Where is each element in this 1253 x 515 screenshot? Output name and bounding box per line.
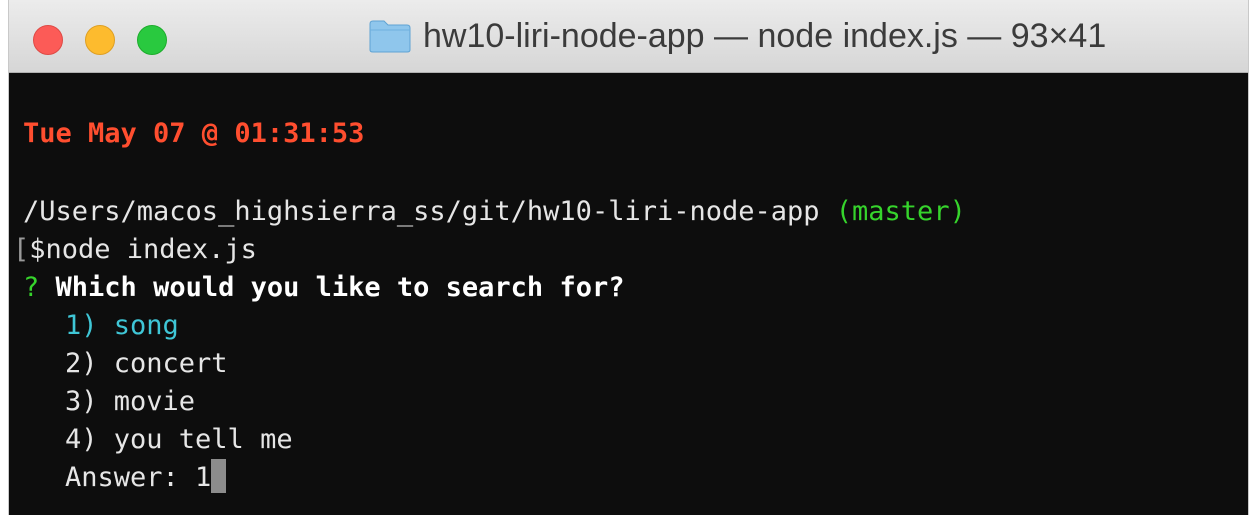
terminal-output[interactable]: Tue May 07 @ 01:31:53 /Users/macos_highs…: [9, 73, 1248, 515]
question-mark: ?: [23, 272, 40, 303]
git-branch: (master): [835, 196, 966, 227]
date-line: Tue May 07 @ 01:31:53: [23, 118, 365, 149]
path-line: /Users/macos_highsierra_ss/git/hw10-liri…: [23, 193, 966, 231]
current-path: /Users/macos_highsierra_ss/git/hw10-liri…: [23, 196, 820, 227]
terminal-window: hw10-liri-node-app — node index.js — 93×…: [8, 0, 1249, 515]
prompt-bracket: [: [13, 234, 30, 265]
folder-icon: [369, 20, 411, 53]
answer-line[interactable]: Answer: 1: [65, 459, 227, 497]
minimize-button[interactable]: [85, 25, 115, 55]
window-title-group: hw10-liri-node-app — node index.js — 93×…: [369, 0, 1106, 72]
command-text: $node index.js: [29, 234, 257, 265]
window-title: hw10-liri-node-app — node index.js — 93×…: [423, 16, 1107, 55]
background-reflection: [369, 61, 377, 99]
option-you-tell-me[interactable]: 4) you tell me: [65, 421, 293, 459]
option-concert[interactable]: 2) concert: [65, 345, 228, 383]
answer-text: Answer: 1: [65, 462, 212, 493]
option-song[interactable]: 1) song: [65, 307, 179, 345]
maximize-button[interactable]: [137, 25, 167, 55]
command-line: [$node index.js: [13, 231, 257, 269]
question-line: ? Which would you like to search for?: [23, 269, 624, 307]
question-text: Which would you like to search for?: [55, 272, 625, 303]
close-button[interactable]: [33, 25, 63, 55]
title-bar[interactable]: hw10-liri-node-app — node index.js — 93×…: [9, 0, 1248, 73]
option-movie[interactable]: 3) movie: [65, 383, 195, 421]
text-cursor: [211, 459, 227, 493]
